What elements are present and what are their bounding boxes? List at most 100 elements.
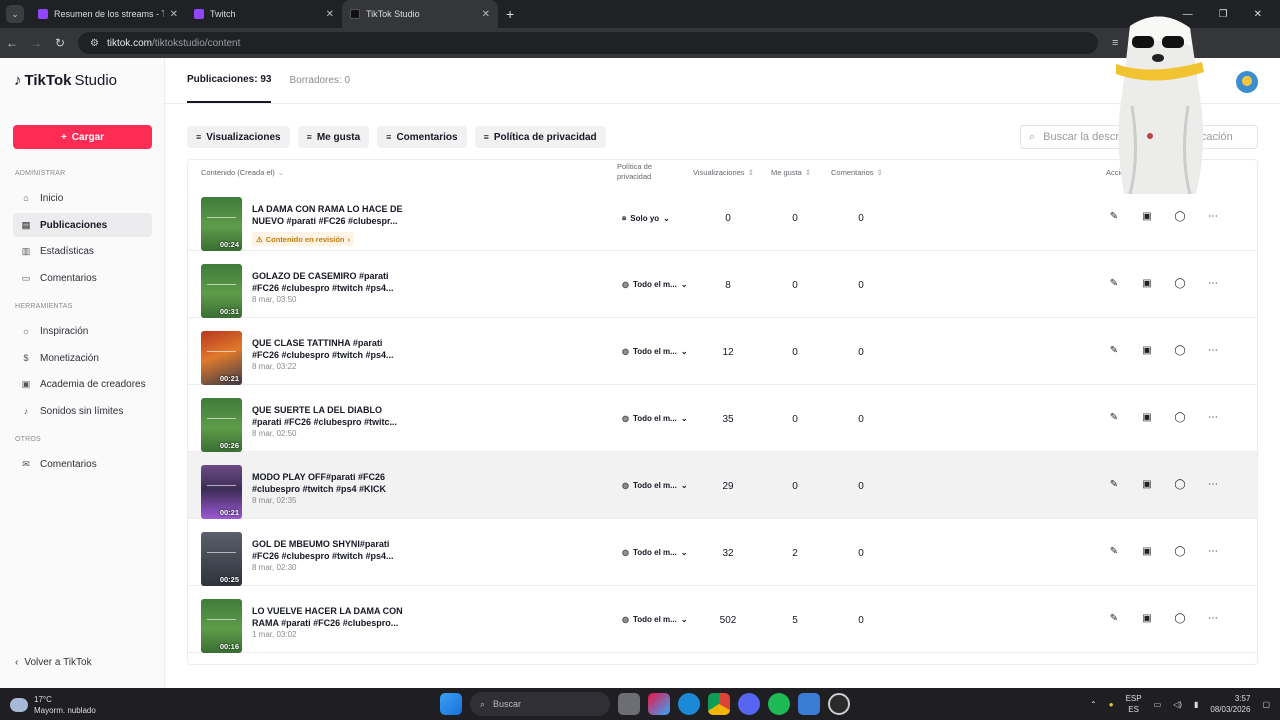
browser-tab[interactable]: Resumen de los streams - Twitc ✕ bbox=[30, 0, 186, 28]
more-options-icon[interactable]: ⋯ bbox=[1207, 412, 1219, 423]
sidebar-item-monetizacion[interactable]: $ Monetización bbox=[13, 346, 152, 370]
privacy-dropdown[interactable]: ◍ Todo el m... ⌄ bbox=[622, 615, 688, 624]
settings-icon[interactable] bbox=[798, 693, 820, 715]
edge-icon[interactable] bbox=[678, 693, 700, 715]
video-thumbnail[interactable]: 00:21 bbox=[201, 331, 242, 385]
forward-arrow-icon[interactable]: → bbox=[24, 36, 48, 50]
more-options-icon[interactable]: ⋯ bbox=[1207, 278, 1219, 289]
post-title[interactable]: MODO PLAY OFF#parati #FC26 #clubespro #t… bbox=[252, 471, 410, 495]
tab-publicaciones[interactable]: Publicaciones: 93 bbox=[187, 58, 272, 103]
post-title[interactable]: LO VUELVE HACER LA DAMA CON RAMA #parati… bbox=[252, 605, 410, 629]
comment-icon[interactable]: ◯ bbox=[1174, 479, 1186, 490]
more-options-icon[interactable]: ⋯ bbox=[1207, 613, 1219, 624]
battery-icon[interactable]: ▮ bbox=[1194, 700, 1198, 709]
privacy-dropdown[interactable]: 🔒︎ Solo yo ⌄ bbox=[622, 213, 670, 223]
comment-icon[interactable]: ◯ bbox=[1174, 613, 1186, 624]
post-title[interactable]: QUE SUERTE LA DEL DIABLO #parati #FC26 #… bbox=[252, 404, 410, 428]
language-indicator[interactable]: ESP ES bbox=[1126, 693, 1142, 715]
edit-icon[interactable]: ✎ bbox=[1108, 345, 1120, 356]
filter-privacy-button[interactable]: ≡ Política de privacidad bbox=[474, 126, 606, 148]
edit-icon[interactable]: ✎ bbox=[1108, 546, 1120, 557]
sidebar-item-sonidos[interactable]: ♪ Sonidos sin límites bbox=[13, 399, 152, 423]
new-tab-icon[interactable]: + bbox=[506, 6, 514, 22]
clock[interactable]: 3:57 08/03/2026 bbox=[1210, 693, 1250, 715]
network-icon[interactable]: ▭ bbox=[1154, 700, 1162, 709]
discord-icon[interactable] bbox=[738, 693, 760, 715]
promote-icon[interactable]: ▣ bbox=[1141, 345, 1153, 356]
task-view-icon[interactable] bbox=[618, 693, 640, 715]
comment-icon[interactable]: ◯ bbox=[1174, 345, 1186, 356]
sidebar-item-academia[interactable]: ▣ Academia de creadores bbox=[13, 372, 152, 396]
chevron-up-icon[interactable]: ⌃ bbox=[1090, 700, 1097, 709]
browser-tab-active[interactable]: TikTok Studio ✕ bbox=[342, 0, 498, 28]
sidebar-item-comentarios-otros[interactable]: ✉ Comentarios bbox=[13, 452, 152, 476]
more-options-icon[interactable]: ⋯ bbox=[1207, 546, 1219, 557]
promote-icon[interactable]: ▣ bbox=[1141, 278, 1153, 289]
privacy-dropdown[interactable]: ◍ Todo el m... ⌄ bbox=[622, 414, 688, 423]
comment-icon[interactable]: ◯ bbox=[1174, 278, 1186, 289]
close-tab-icon[interactable]: ✕ bbox=[482, 9, 490, 20]
privacy-dropdown[interactable]: ◍ Todo el m... ⌄ bbox=[622, 347, 688, 356]
sidebar-item-inspiracion[interactable]: ☼ Inspiración bbox=[13, 319, 152, 343]
column-header-content[interactable]: Contenido (Creada el) ⌄ bbox=[201, 160, 284, 184]
reload-icon[interactable]: ↻ bbox=[48, 36, 72, 50]
table-row[interactable]: 00:21 QUE CLASE TATTINHA #parati #FC26 #c… bbox=[188, 318, 1257, 385]
spotify-icon[interactable] bbox=[768, 693, 790, 715]
review-badge[interactable]: ⚠ Contenido en revisión › bbox=[252, 232, 354, 246]
maximize-icon[interactable]: ❐ bbox=[1219, 9, 1228, 20]
table-row[interactable]: 00:16 LO VUELVE HACER LA DAMA CON RAMA #p… bbox=[188, 586, 1257, 653]
close-window-icon[interactable]: ✕ bbox=[1254, 9, 1262, 20]
column-header-likes[interactable]: Me gusta ⇕ bbox=[771, 160, 811, 184]
post-title[interactable]: GOL DE MBEUMO SHYNI#parati #FC26 #clubes… bbox=[252, 538, 410, 562]
table-row[interactable]: 00:25 GOL DE MBEUMO SHYNI#parati #FC26 #c… bbox=[188, 519, 1257, 586]
mic-icon[interactable]: ● bbox=[1109, 700, 1114, 709]
url-field[interactable]: ⚙ tiktok.com/tiktokstudio/content bbox=[78, 32, 1098, 54]
copilot-icon[interactable] bbox=[648, 693, 670, 715]
windows-start-icon[interactable] bbox=[440, 693, 462, 715]
edit-icon[interactable]: ✎ bbox=[1108, 211, 1120, 222]
comment-icon[interactable]: ◯ bbox=[1174, 412, 1186, 423]
browser-tab[interactable]: Twitch ✕ bbox=[186, 0, 342, 28]
comment-icon[interactable]: ◯ bbox=[1174, 211, 1186, 222]
video-thumbnail[interactable]: 00:26 bbox=[201, 398, 242, 452]
promote-icon[interactable]: ▣ bbox=[1141, 546, 1153, 557]
post-title[interactable]: LA DAMA CON RAMA LO HACE DE NUEVO #parat… bbox=[252, 203, 410, 227]
table-row[interactable]: 00:21 MODO PLAY OFF#parati #FC26 #clubesp… bbox=[188, 452, 1257, 519]
table-row[interactable]: 00:26 QUE SUERTE LA DEL DIABLO #parati #F… bbox=[188, 385, 1257, 452]
video-thumbnail[interactable]: 00:21 bbox=[201, 465, 242, 519]
edit-icon[interactable]: ✎ bbox=[1108, 613, 1120, 624]
tab-borradores[interactable]: Borradores: 0 bbox=[289, 58, 350, 103]
close-tab-icon[interactable]: ✕ bbox=[170, 9, 178, 20]
sidebar-item-estadisticas[interactable]: ▥ Estadísticas bbox=[13, 239, 152, 263]
filter-comments-button[interactable]: ≡ Comentarios bbox=[377, 126, 467, 148]
tiktok-studio-logo[interactable]: ♪ TikTok Studio bbox=[14, 72, 117, 89]
upload-button[interactable]: + Cargar bbox=[13, 125, 152, 149]
post-title[interactable]: QUE CLASE TATTINHA #parati #FC26 #clubes… bbox=[252, 337, 410, 361]
privacy-dropdown[interactable]: ◍ Todo el m... ⌄ bbox=[622, 481, 688, 490]
chrome-icon[interactable] bbox=[708, 693, 730, 715]
avatar[interactable] bbox=[1236, 71, 1258, 93]
more-options-icon[interactable]: ⋯ bbox=[1207, 345, 1219, 356]
promote-icon[interactable]: ▣ bbox=[1141, 211, 1153, 222]
privacy-dropdown[interactable]: ◍ Todo el m... ⌄ bbox=[622, 280, 688, 289]
filter-views-button[interactable]: ≡ Visualizaciones bbox=[187, 126, 290, 148]
more-options-icon[interactable]: ⋯ bbox=[1207, 479, 1219, 490]
edit-icon[interactable]: ✎ bbox=[1108, 412, 1120, 423]
tab-search-icon[interactable]: ⌄ bbox=[6, 5, 24, 23]
sidebar-item-comentarios[interactable]: ▭ Comentarios bbox=[13, 266, 152, 290]
privacy-dropdown[interactable]: ◍ Todo el m... ⌄ bbox=[622, 548, 688, 557]
weather-widget[interactable]: 17°C Mayorm. nublado bbox=[10, 694, 96, 716]
promote-icon[interactable]: ▣ bbox=[1141, 412, 1153, 423]
video-thumbnail[interactable]: 00:31 bbox=[201, 264, 242, 318]
volume-icon[interactable]: ◁) bbox=[1173, 700, 1182, 709]
sidebar-item-publicaciones[interactable]: ▤ Publicaciones bbox=[13, 213, 152, 237]
video-thumbnail[interactable]: 00:16 bbox=[201, 599, 242, 653]
filter-likes-button[interactable]: ≡ Me gusta bbox=[297, 126, 370, 148]
taskbar-search[interactable]: ⌕ Buscar bbox=[470, 692, 610, 716]
video-thumbnail[interactable]: 00:25 bbox=[201, 532, 242, 586]
promote-icon[interactable]: ▣ bbox=[1141, 479, 1153, 490]
table-row[interactable]: 00:31 GOLAZO DE CASEMIRO #parati #FC26 #c… bbox=[188, 251, 1257, 318]
edit-icon[interactable]: ✎ bbox=[1108, 479, 1120, 490]
column-header-views[interactable]: Visualizaciones ⇕ bbox=[693, 160, 754, 184]
site-info-icon[interactable]: ⚙ bbox=[90, 38, 99, 49]
